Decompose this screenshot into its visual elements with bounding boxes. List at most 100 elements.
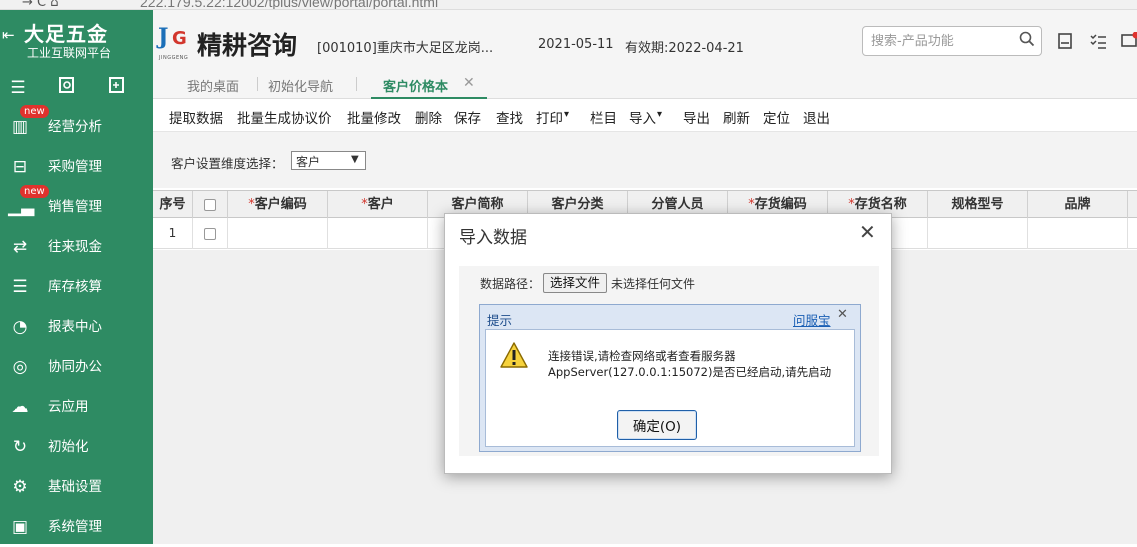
sidebar-item-label: 系统管理 <box>48 507 102 547</box>
toolbar-button[interactable]: 导出 <box>683 107 710 127</box>
tab-bar: 我的桌面 初始化导航 客户价格本 ✕ <box>153 67 1137 99</box>
close-tab-icon[interactable]: ✕ <box>463 75 475 91</box>
sidebar-item[interactable]: ▥经营分析new <box>0 107 153 147</box>
sidebar-item[interactable]: ▣ 系统管理 <box>0 507 153 547</box>
tab-divider <box>257 77 258 91</box>
sidebar-item[interactable]: ⇄往来现金 <box>0 227 153 267</box>
toolbar: 提取数据批量生成协议价批量修改删除保存查找打印▾栏目导入▾导出刷新定位退出 <box>153 99 1137 132</box>
dimension-select[interactable]: 客户 ▼ <box>291 151 366 170</box>
column-header[interactable] <box>193 191 228 219</box>
column-header[interactable]: *客户编码 <box>228 191 328 219</box>
table-cell[interactable] <box>328 218 428 249</box>
search-doc-icon[interactable] <box>55 76 79 100</box>
column-header-label: 序号 <box>159 197 185 212</box>
trend-icon: ▁▃ <box>8 196 32 218</box>
sidebar-item-label: 采购管理 <box>48 147 102 187</box>
import-dialog: 导入数据 ✕ 数据路径： 选择文件 未选择任何文件 提示 问服宝 ✕ 连接错误,… <box>444 213 892 474</box>
choose-file-button[interactable]: 选择文件 <box>543 273 607 293</box>
toolbar-button[interactable]: 退出 <box>803 107 830 127</box>
add-doc-icon[interactable] <box>105 76 129 100</box>
toolbar-button[interactable]: 导入 <box>629 107 656 127</box>
sidebar-item-label: 云应用 <box>48 387 89 427</box>
sidebar-item[interactable]: ⊟采购管理 <box>0 147 153 187</box>
table-cell[interactable] <box>928 218 1028 249</box>
path-label: 数据路径： <box>480 275 540 292</box>
browser-url[interactable]: 222.179.5.22:12002/tplus/view/portal/por… <box>140 0 438 10</box>
select-all-checkbox[interactable] <box>204 199 216 211</box>
collapse-sidebar-icon[interactable]: ⇤ <box>2 26 15 44</box>
header: JG JINGGENG 精耕咨询 [001010]重庆市大足区龙岗... 202… <box>153 10 1137 67</box>
dropdown-arrow-icon: ▼ <box>351 154 359 165</box>
table-cell[interactable] <box>228 218 328 249</box>
column-header-label: 客户分类 <box>551 197 603 212</box>
save-header-icon[interactable] <box>1056 32 1074 50</box>
column-header-label: 客户简称 <box>451 197 503 212</box>
login-date: 2021-05-11 <box>538 37 614 52</box>
toolbar-button[interactable]: 批量修改 <box>347 107 401 127</box>
new-badge: new <box>20 185 49 198</box>
column-header[interactable]: *客户 <box>328 191 428 219</box>
search-box[interactable] <box>862 26 1042 56</box>
toolbar-button[interactable]: 查找 <box>496 107 523 127</box>
gear-icon: ⚙ <box>8 476 32 498</box>
toolbar-button[interactable]: 栏目 <box>590 107 617 127</box>
column-header-label: 客户 <box>368 197 394 212</box>
sidebar-item[interactable]: ◔ 报表中心 <box>0 307 153 347</box>
dialog-body: 数据路径： 选择文件 未选择任何文件 提示 问服宝 ✕ 连接错误,请检查网络或者… <box>459 266 879 456</box>
row-checkbox[interactable] <box>204 228 216 240</box>
table-cell[interactable] <box>1028 218 1128 249</box>
column-header[interactable]: 品牌 <box>1028 191 1128 219</box>
sidebar-item[interactable]: ▁▃销售管理new <box>0 187 153 227</box>
toolbar-button[interactable]: 删除 <box>415 107 442 127</box>
column-header[interactable]: 规格型号 <box>928 191 1028 219</box>
table-cell[interactable] <box>193 218 228 249</box>
sidebar-item-label: 报表中心 <box>48 307 102 347</box>
tab-customer-price[interactable]: 客户价格本 <box>383 76 448 95</box>
alert-message-line2: AppServer(127.0.0.1:15072)是否已经启动,请先启动 <box>548 364 831 380</box>
message-icon[interactable] <box>1121 32 1137 50</box>
filter-label: 客户设置维度选择： <box>171 153 284 172</box>
company-logo: JG JINGGENG <box>158 24 194 56</box>
sidebar-item[interactable]: ◎协同办公 <box>0 347 153 387</box>
chevron-down-icon[interactable]: ▾ <box>564 109 569 120</box>
pie-icon: ◔ <box>8 316 32 338</box>
tab-init-nav[interactable]: 初始化导航 <box>268 76 333 95</box>
close-alert-icon[interactable]: ✕ <box>837 307 848 322</box>
toolbar-button[interactable]: 保存 <box>454 107 481 127</box>
column-header[interactable]: 序号 <box>153 191 193 219</box>
toolbar-button[interactable]: 批量生成协议价 <box>237 107 332 127</box>
sidebar-item[interactable]: ⚙基础设置 <box>0 467 153 507</box>
sidebar-item-label: 库存核算 <box>48 267 102 307</box>
sidebar-item[interactable]: ☰ 库存核算 <box>0 267 153 307</box>
search-input[interactable] <box>871 32 1011 50</box>
toolbar-button[interactable]: 定位 <box>763 107 790 127</box>
browser-address-bar[interactable]: → C ⌂ 222.179.5.22:12002/tplus/view/port… <box>0 0 1137 10</box>
sidebar: ⇤ 大足五金 工业互联网平台 ☰ ▥经营分析new⊟采购管理▁▃销售管理new⇄… <box>0 10 153 544</box>
tab-desktop[interactable]: 我的桌面 <box>187 76 239 95</box>
table-cell[interactable]: 1 <box>153 218 193 249</box>
monitor-icon: ▣ <box>8 516 32 538</box>
chevron-down-icon[interactable]: ▾ <box>657 109 662 120</box>
menu-icon[interactable]: ☰ <box>6 76 30 100</box>
ok-button[interactable]: 确定(O) <box>617 410 697 440</box>
sidebar-item[interactable]: ☁云应用 <box>0 387 153 427</box>
browser-nav-buttons[interactable]: → C ⌂ <box>22 0 59 10</box>
toolbar-button[interactable]: 打印 <box>536 107 563 127</box>
close-dialog-icon[interactable]: ✕ <box>859 220 876 244</box>
toolbar-button[interactable]: 提取数据 <box>169 107 223 127</box>
task-list-icon[interactable] <box>1089 32 1107 50</box>
help-link[interactable]: 问服宝 <box>793 310 831 329</box>
column-header-label: 分管人员 <box>651 197 703 212</box>
sidebar-item-label: 初始化 <box>48 427 89 467</box>
search-icon[interactable] <box>1019 31 1035 47</box>
toolbar-button[interactable]: 刷新 <box>723 107 750 127</box>
sidebar-item[interactable]: ↻初始化 <box>0 427 153 467</box>
column-header-label: 规格型号 <box>951 197 1003 212</box>
alert-box: 提示 问服宝 ✕ 连接错误,请检查网络或者查看服务器 AppServer(127… <box>479 304 861 452</box>
warehouse-icon: ☰ <box>8 276 32 298</box>
org-name[interactable]: [001010]重庆市大足区龙岗... <box>317 37 493 56</box>
filter-area: 客户设置维度选择： 客户 ▼ <box>153 132 1137 188</box>
chart-icon: ▥ <box>8 116 32 138</box>
tab-divider <box>356 77 357 91</box>
brand-subtitle: 工业互联网平台 <box>27 44 111 61</box>
